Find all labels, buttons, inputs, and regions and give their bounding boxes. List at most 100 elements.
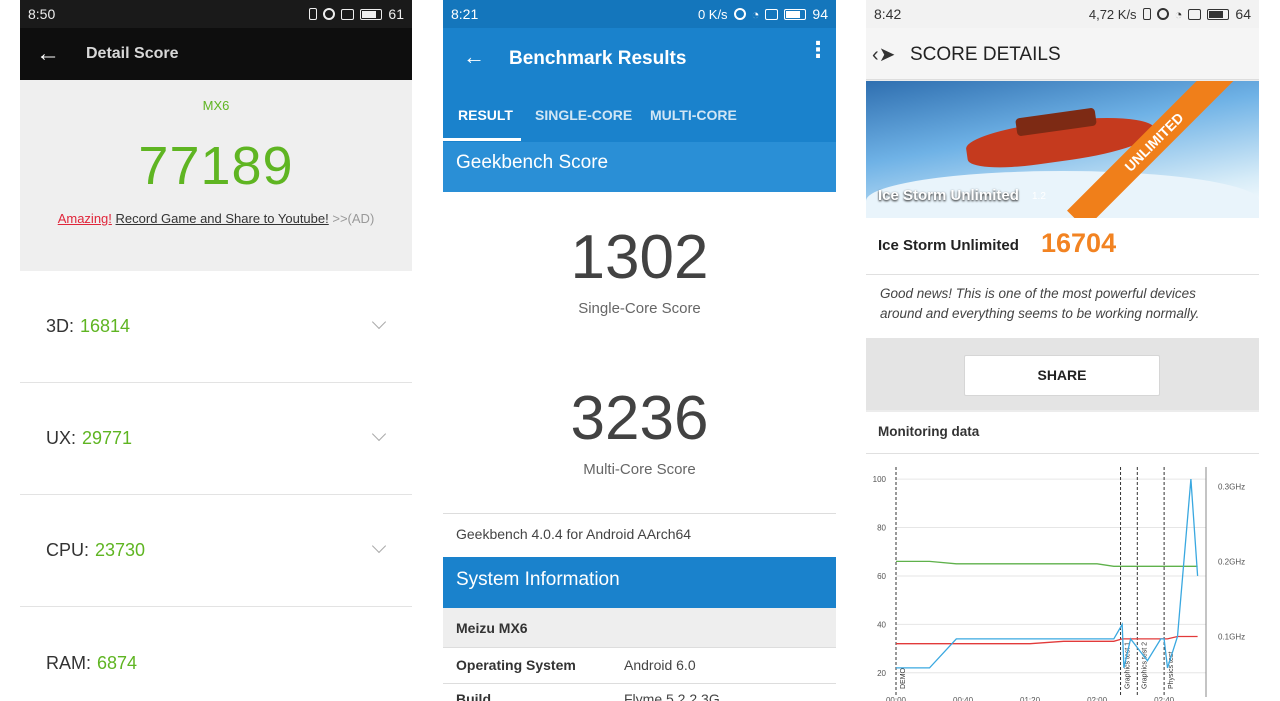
- y-tick-label: 40: [877, 620, 886, 629]
- banner-caption: Ice Storm Unlimited: [878, 187, 1019, 204]
- divider: [866, 274, 1259, 275]
- info-key: Operating System: [456, 657, 576, 673]
- phase-label: Physics test: [1168, 652, 1175, 689]
- x-tick-label: 01:20: [1020, 696, 1041, 701]
- status-time: 8:21: [451, 6, 479, 22]
- result-name: Ice Storm Unlimited: [878, 237, 1019, 254]
- screen-icon: [341, 8, 355, 20]
- y2-tick-label: 0.3GHz: [1218, 482, 1245, 491]
- y-tick-label: 20: [877, 669, 886, 678]
- promo-ad: >>(AD): [332, 211, 375, 226]
- net-speed: 4,72 K/s: [1088, 6, 1137, 22]
- status-icons: 61: [309, 6, 404, 22]
- battery-icon: [784, 8, 807, 20]
- tab-single-core[interactable]: SINGLE-CORE: [535, 90, 632, 142]
- battery-level: 61: [388, 6, 404, 22]
- result-score: 16704: [1041, 228, 1117, 258]
- status-bar: 8:50 61: [20, 0, 412, 28]
- page-title: SCORE DETAILS: [910, 44, 1061, 65]
- score-header: Geekbench Score: [443, 142, 836, 192]
- score-row-ram[interactable]: RAM: 6874: [20, 607, 412, 701]
- y2-tick-label: 0.2GHz: [1218, 557, 1245, 566]
- back-arrow-icon[interactable]: ←: [463, 44, 485, 70]
- info-value: Android 6.0: [624, 657, 696, 673]
- row-value: 29771: [82, 428, 133, 448]
- info-row: Operating System Android 6.0: [443, 648, 836, 684]
- row-value: 16814: [80, 316, 131, 336]
- battery-icon: [1207, 8, 1230, 20]
- row-label: UX:: [46, 428, 77, 448]
- y-tick-label: 80: [877, 524, 886, 533]
- chevron-down-icon: [371, 426, 387, 442]
- back-arrow-icon[interactable]: ←: [36, 40, 64, 68]
- status-bar: 8:42 4,72 K/s ◔ 64: [866, 0, 1259, 28]
- back-logo-icon[interactable]: ‹➤: [872, 42, 895, 67]
- row-value: 23730: [95, 540, 146, 560]
- wifi-icon: ◔: [1174, 6, 1183, 22]
- chevron-down-icon: [371, 538, 387, 554]
- info-value: Flyme 5.2.2.3G: [624, 691, 720, 701]
- app-bar: ← Detail Score: [20, 28, 412, 80]
- score-hero: MX6 77189 Amazing! Record Game and Share…: [20, 80, 412, 271]
- net-speed: 0 K/s: [697, 6, 728, 22]
- tab-result[interactable]: RESULT: [458, 90, 513, 142]
- battery-level: 94: [812, 6, 828, 22]
- multi-core-score: 3236: [570, 384, 709, 453]
- monitoring-title: Monitoring data: [878, 424, 980, 439]
- status-time: 8:42: [874, 6, 902, 22]
- score-row-ux[interactable]: UX: 29771: [20, 383, 412, 495]
- y2-tick-label: 0.1GHz: [1218, 632, 1245, 641]
- screen-icon: [765, 8, 779, 20]
- divider: [866, 453, 1259, 454]
- y-tick-label: 100: [873, 475, 887, 484]
- x-tick-label: 02:40: [1154, 696, 1175, 701]
- share-label: SHARE: [1037, 367, 1087, 383]
- promo-link[interactable]: Record Game and Share to Youtube!: [116, 211, 329, 226]
- series-line: [896, 479, 1199, 669]
- geekbench-screen: 8:21 0 K/s ◔ 94 ← Benchmark Results ⋮ RE…: [443, 0, 836, 701]
- x-tick-label: 00:40: [953, 696, 974, 701]
- score-row-cpu[interactable]: CPU: 23730: [20, 495, 412, 607]
- info-row: Build Flyme 5.2.2.3G: [443, 684, 836, 701]
- total-score: 77189: [138, 136, 294, 196]
- overflow-menu-icon[interactable]: ⋮: [807, 39, 829, 61]
- x-tick-label: 02:00: [1087, 696, 1108, 701]
- monitoring-card: Monitoring data 100 80 60 40 20 0.3GHz 0.2GHz 0…: [866, 412, 1259, 701]
- status-icons: 4,72 K/s ◔ 64: [1089, 6, 1251, 22]
- result-message: Good news! This is one of the most power…: [880, 286, 1200, 321]
- share-area: SHARE: [866, 338, 1259, 410]
- wifi-icon: ◔: [751, 6, 760, 22]
- device-name: MX6: [202, 98, 230, 113]
- series-line: [896, 560, 1198, 567]
- alarm-icon: [733, 8, 746, 20]
- monitoring-chart: 100 80 60 40 20 0.3GHz 0.2GHz 0.1GHz 00:00 00:40 0…: [873, 467, 1245, 701]
- page-title: Benchmark Results: [509, 48, 687, 69]
- y-tick-label: 60: [877, 572, 886, 581]
- single-core-score: 1302: [570, 223, 709, 292]
- app-bar: ← Benchmark Results ⋮: [443, 28, 836, 90]
- share-button[interactable]: SHARE: [964, 355, 1160, 396]
- vibrate-icon: [1142, 8, 1151, 20]
- x-tick-label: 00:00: [886, 696, 907, 701]
- vibrate-icon: [309, 8, 318, 20]
- series-line: [896, 635, 1198, 645]
- row-label: 3D:: [46, 316, 75, 336]
- row-label: RAM:: [46, 652, 91, 673]
- version-text: Geekbench 4.0.4 for Android AArch64: [456, 526, 692, 542]
- row-label: CPU:: [46, 540, 90, 560]
- promo-line[interactable]: Amazing! Record Game and Share to Youtub…: [20, 211, 412, 226]
- row-value: 6874: [97, 652, 138, 673]
- tab-indicator: [443, 138, 521, 141]
- score-row-3d[interactable]: 3D: 16814: [20, 271, 412, 383]
- antutu-screen: 8:50 61 ← Detail Score MX6 77189 Amazing…: [20, 0, 412, 701]
- test-banner[interactable]: UNLIMITED Ice Storm Unlimited 1.2: [866, 81, 1259, 218]
- device-row: Meizu MX6: [443, 608, 836, 648]
- promo-amazing: Amazing!: [57, 211, 112, 226]
- tab-bar: RESULT SINGLE-CORE MULTI-CORE: [443, 90, 836, 142]
- chevron-down-icon: [371, 314, 387, 330]
- tab-multi-core[interactable]: MULTI-CORE: [650, 90, 737, 142]
- result-card: Ice Storm Unlimited 16704 Good news! Thi…: [866, 218, 1259, 338]
- single-core-label: Single-Core Score: [578, 300, 701, 317]
- phase-label: DEMO: [900, 667, 907, 689]
- divider: [443, 513, 836, 514]
